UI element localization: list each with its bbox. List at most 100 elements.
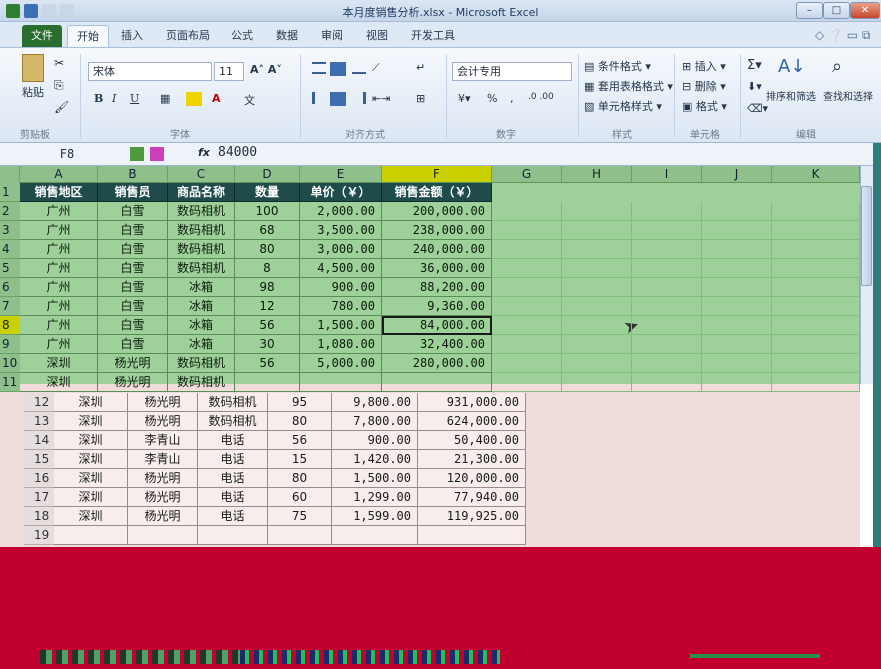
empty-cell[interactable] [562,373,632,392]
enter-icon[interactable] [150,147,164,161]
table-cell[interactable]: 1,599.00 [332,507,418,526]
column-header[interactable]: J [702,166,772,183]
orientation-icon[interactable]: ⟋ [372,61,380,75]
empty-cell[interactable] [772,278,860,297]
table-cell[interactable]: 白雪 [98,240,168,259]
table-cell[interactable]: 9,360.00 [382,297,492,316]
copy-icon[interactable]: ⎘ [54,78,64,93]
table-cell[interactable]: 240,000.00 [382,240,492,259]
format-painter-icon[interactable]: 🖌 [54,100,69,114]
empty-cell[interactable] [702,240,772,259]
table-cell[interactable]: 88,200.00 [382,278,492,297]
table-cell[interactable]: 30 [235,335,300,354]
empty-cell[interactable] [492,259,562,278]
row-header[interactable]: 14 [24,431,54,450]
empty-cell[interactable] [702,316,772,335]
fill-icon[interactable]: ⬇▾ [747,80,762,93]
font-size-select[interactable]: 11 [214,62,244,81]
italic-button[interactable]: I [112,92,116,105]
align-left-icon[interactable] [312,92,326,104]
table-cell[interactable]: 100 [235,202,300,221]
column-header[interactable]: B [98,166,168,183]
table-cell[interactable]: 广州 [20,259,98,278]
table-cell[interactable]: 1,500.00 [300,316,382,335]
table-cell[interactable]: 杨光明 [128,488,198,507]
ribbon-controls-icon[interactable]: ◇ ❔ ▭ ⧉ [815,28,871,43]
empty-cell[interactable] [632,297,702,316]
sort-filter-icon[interactable]: A↓ [778,56,805,77]
header-cell[interactable]: 数量 [235,183,300,202]
table-cell[interactable]: 杨光明 [98,354,168,373]
table-cell[interactable]: 900.00 [300,278,382,297]
tab-view[interactable]: 视图 [357,25,397,47]
empty-cell[interactable] [632,316,702,335]
paste-icon[interactable] [22,54,44,82]
table-cell[interactable]: 广州 [20,278,98,297]
empty-cell[interactable] [632,335,702,354]
cell-styles-button[interactable]: ▧ 单元格样式 ▾ [584,98,662,114]
row-header[interactable]: 6 [0,278,20,297]
column-header[interactable]: A [20,166,98,183]
table-cell[interactable]: 电话 [198,507,268,526]
header-cell[interactable]: 销售地区 [20,183,98,202]
row-header[interactable]: 18 [24,507,54,526]
empty-cell[interactable] [702,297,772,316]
table-cell[interactable]: 3,500.00 [300,221,382,240]
table-cell[interactable]: 白雪 [98,259,168,278]
selected-cell[interactable]: 84,000.00 [382,316,492,335]
tab-review[interactable]: 审阅 [312,25,352,47]
header-cell[interactable]: 销售员 [98,183,168,202]
align-right-icon[interactable] [352,92,366,104]
table-cell[interactable]: 5,000.00 [300,354,382,373]
table-cell[interactable]: 238,000.00 [382,221,492,240]
empty-cell[interactable] [562,259,632,278]
column-header[interactable]: C [168,166,235,183]
table-cell[interactable]: 数码相机 [168,202,235,221]
table-cell[interactable]: 数码相机 [168,221,235,240]
align-top-icon[interactable] [312,62,326,74]
table-cell[interactable]: 电话 [198,488,268,507]
row-header[interactable]: 5 [0,259,20,278]
empty-cell[interactable] [772,316,860,335]
empty-cell[interactable] [702,202,772,221]
empty-cell[interactable] [492,278,562,297]
row-header[interactable]: 8 [0,316,20,335]
empty-cell[interactable] [492,202,562,221]
column-header[interactable]: F [382,166,492,183]
empty-cell[interactable] [562,278,632,297]
header-cell[interactable]: 单价（￥） [300,183,382,202]
table-cell[interactable]: 624,000.00 [418,412,526,431]
table-cell[interactable]: 75 [268,507,332,526]
table-cell[interactable]: 119,925.00 [418,507,526,526]
column-header[interactable]: E [300,166,382,183]
table-cell[interactable]: 杨光明 [128,393,198,412]
table-cell[interactable]: 深圳 [54,488,128,507]
select-all-corner[interactable] [0,166,20,183]
empty-cell[interactable] [492,335,562,354]
table-cell[interactable] [268,526,332,545]
empty-cell[interactable] [702,221,772,240]
table-cell[interactable]: 数码相机 [198,412,268,431]
table-cell[interactable]: 1,500.00 [332,469,418,488]
table-cell[interactable]: 深圳 [20,373,98,392]
table-cell[interactable]: 80 [235,240,300,259]
empty-cell[interactable] [632,373,702,392]
empty-cell[interactable] [632,221,702,240]
table-cell[interactable]: 深圳 [54,450,128,469]
table-cell[interactable]: 冰箱 [168,335,235,354]
sort-filter-button[interactable]: 排序和筛选 [766,88,816,103]
number-format-select[interactable]: 会计专用 [452,62,572,81]
bold-button[interactable]: B [94,92,103,105]
tab-insert[interactable]: 插入 [112,25,152,47]
empty-cell[interactable] [632,240,702,259]
sheet-tabs[interactable] [40,650,240,664]
table-cell[interactable]: 1,080.00 [300,335,382,354]
table-cell[interactable]: 深圳 [54,393,128,412]
scrollbar-thumb[interactable] [861,186,872,286]
table-cell[interactable]: 李青山 [128,450,198,469]
close-button[interactable]: ✕ [850,2,880,19]
insert-cells-button[interactable]: ⊞ 插入 ▾ [682,58,726,74]
empty-cell[interactable] [562,221,632,240]
table-cell[interactable]: 1,420.00 [332,450,418,469]
table-cell[interactable]: 杨光明 [128,412,198,431]
